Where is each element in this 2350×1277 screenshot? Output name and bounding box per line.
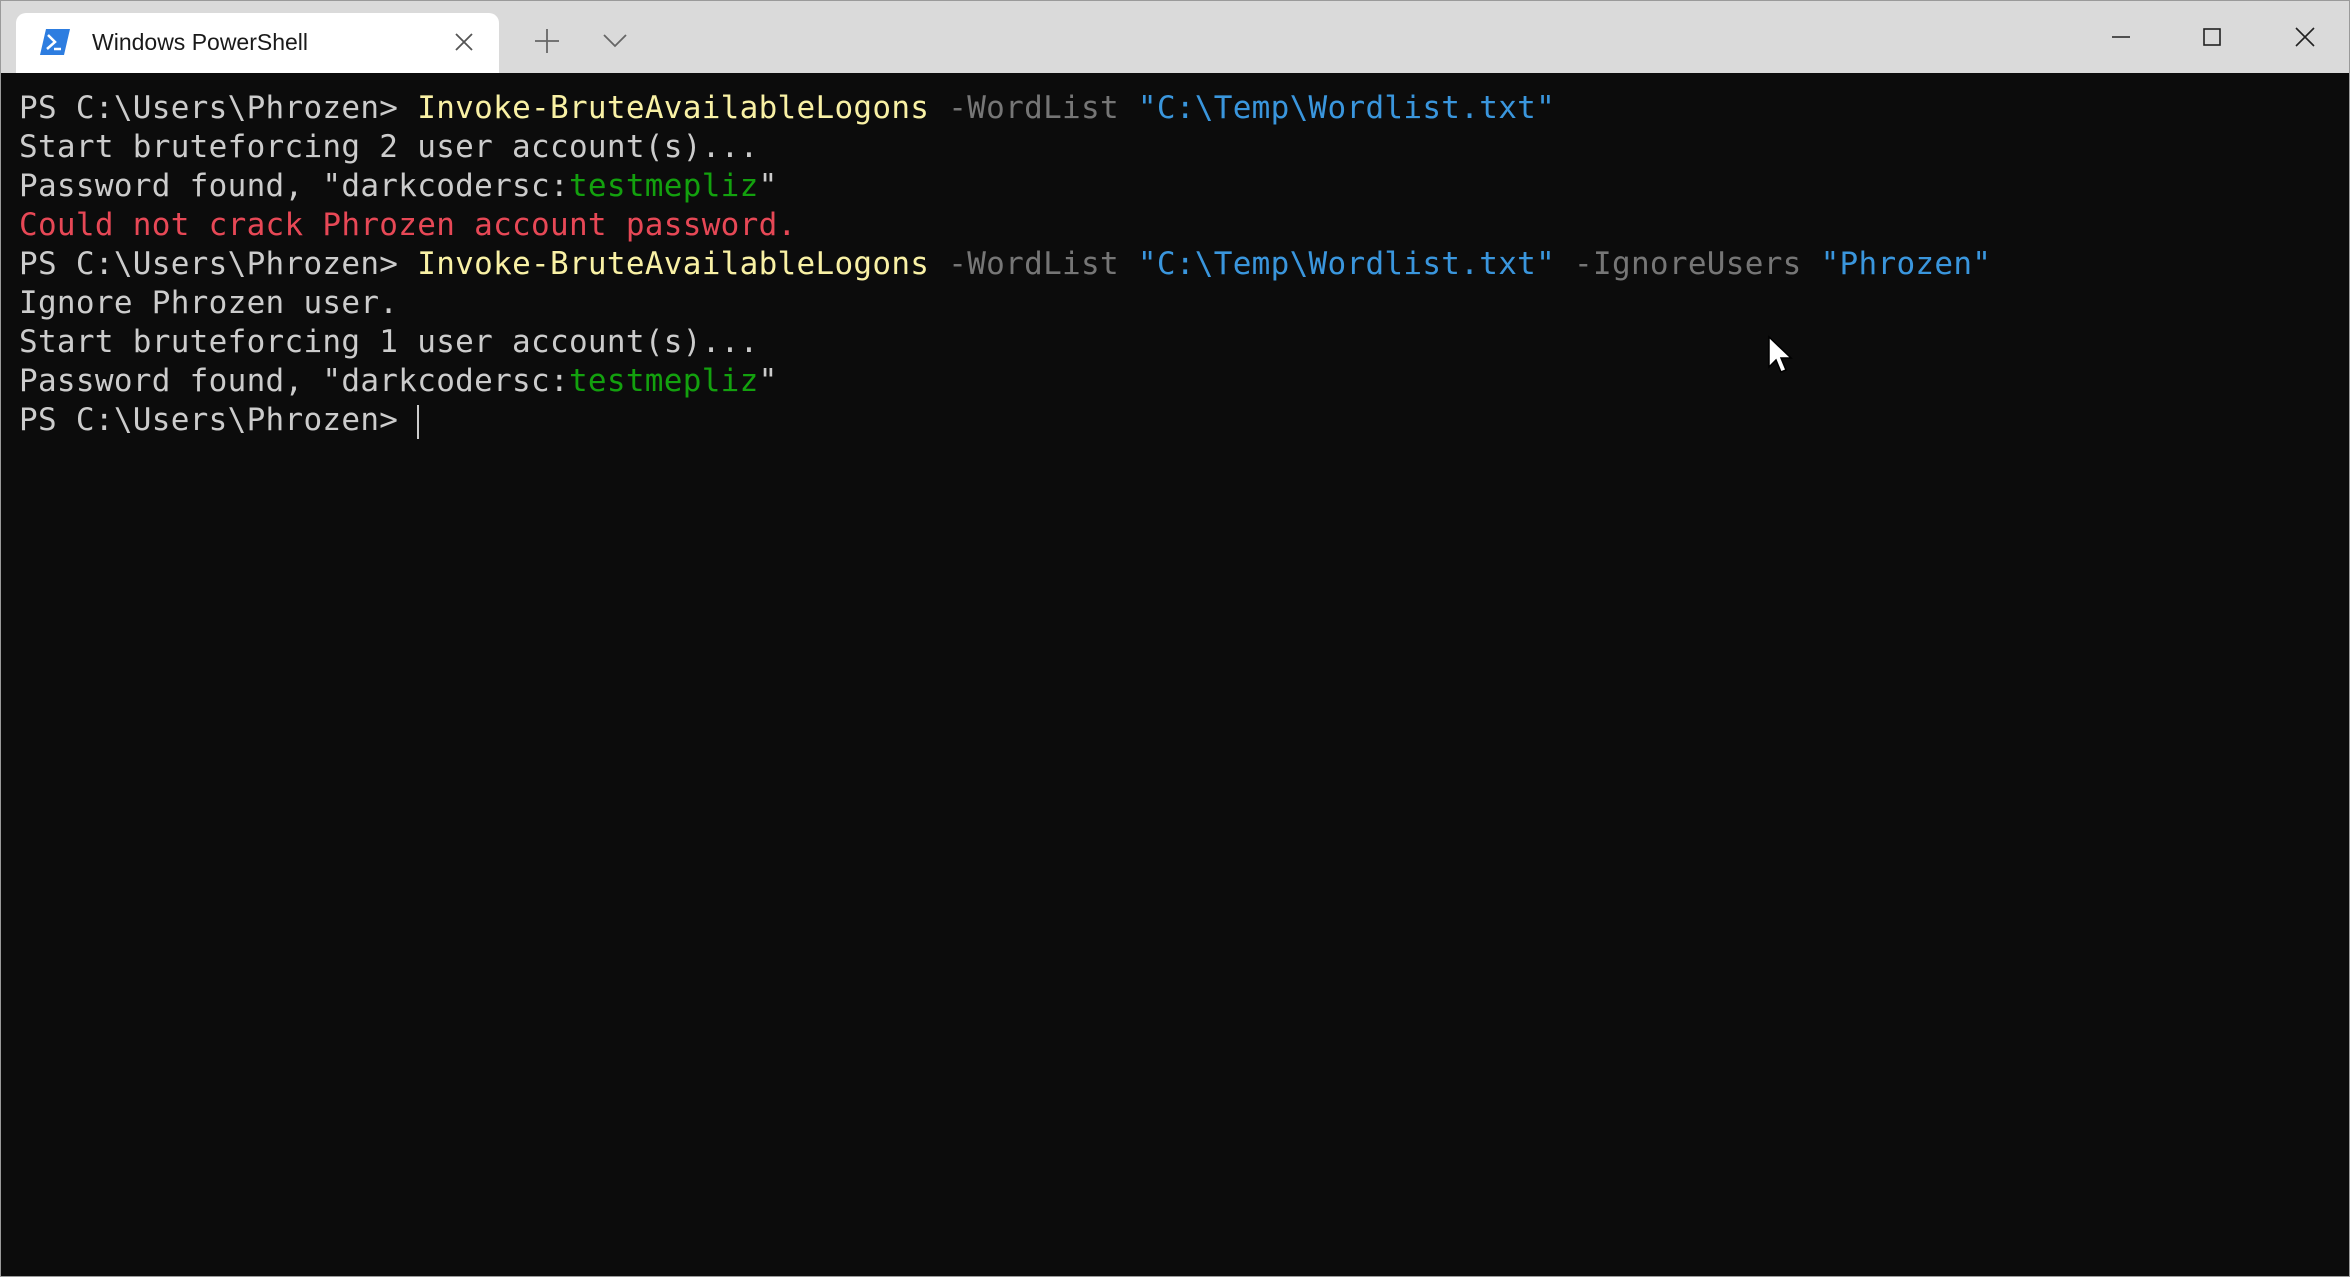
terminal-line: Start bruteforcing 1 user account(s)... [1,323,2349,362]
text-segment-default: PS C:\Users\Phrozen> [19,246,418,282]
terminal-line: Ignore Phrozen user. [1,284,2349,323]
text-segment-string: "C:\Temp\Wordlist.txt" [1118,90,1556,126]
terminal-output[interactable]: PS C:\Users\Phrozen> Invoke-BruteAvailab… [1,73,2349,1276]
text-segment-success: testmepliz [568,363,759,399]
text-segment-success: testmepliz [568,168,759,204]
prompt-line[interactable]: PS C:\Users\Phrozen> [1,401,2349,440]
prompt: PS C:\Users\Phrozen> [19,402,418,438]
new-tab-plus-icon[interactable] [532,26,562,56]
tab-windows-powershell[interactable]: Windows PowerShell [16,13,499,73]
text-segment-parameter: -IgnoreUsers [1555,246,1802,282]
text-cursor [417,404,420,439]
maximize-icon[interactable] [2194,19,2230,55]
terminal-line: Password found, "darkcodersc:testmepliz" [1,362,2349,401]
text-segment-string: "Phrozen" [1801,246,1992,282]
text-segment-default: " [758,168,778,204]
text-segment-default: Password found, "darkcodersc: [19,168,569,204]
text-segment-parameter: -WordList [929,246,1119,282]
terminal-line: Could not crack Phrozen account password… [1,206,2349,245]
text-segment-default: " [758,363,778,399]
terminal-line: PS C:\Users\Phrozen> Invoke-BruteAvailab… [1,89,2349,128]
terminal-line: PS C:\Users\Phrozen> Invoke-BruteAvailab… [1,245,2349,284]
minimize-icon[interactable] [2103,19,2139,55]
text-segment-command: Invoke-BruteAvailableLogons [417,246,930,282]
text-segment-parameter: -WordList [929,90,1119,126]
text-segment-default: Password found, "darkcodersc: [19,363,569,399]
terminal-line: Password found, "darkcodersc:testmepliz" [1,167,2349,206]
text-segment-default: Ignore Phrozen user. [19,285,399,321]
text-segment-error: Could not crack Phrozen account password… [19,207,797,243]
powershell-icon [40,29,70,55]
terminal-window: Windows PowerShell PS C:\Users\Phrozen> … [0,0,2350,1277]
text-segment-command: Invoke-BruteAvailableLogons [417,90,930,126]
text-segment-default: Start bruteforcing 1 user account(s)... [19,324,759,360]
text-segment-default: Start bruteforcing 2 user account(s)... [19,129,759,165]
text-segment-default: PS C:\Users\Phrozen> [19,90,418,126]
mouse-pointer-icon [1768,335,1793,373]
tab-title: Windows PowerShell [92,29,309,55]
close-tab-icon[interactable] [451,29,477,55]
close-window-icon[interactable] [2287,19,2323,55]
text-segment-string: "C:\Temp\Wordlist.txt" [1118,246,1556,282]
terminal-line: Start bruteforcing 2 user account(s)... [1,128,2349,167]
title-bar[interactable]: Windows PowerShell [1,1,2349,73]
chevron-down-icon[interactable] [601,31,629,49]
